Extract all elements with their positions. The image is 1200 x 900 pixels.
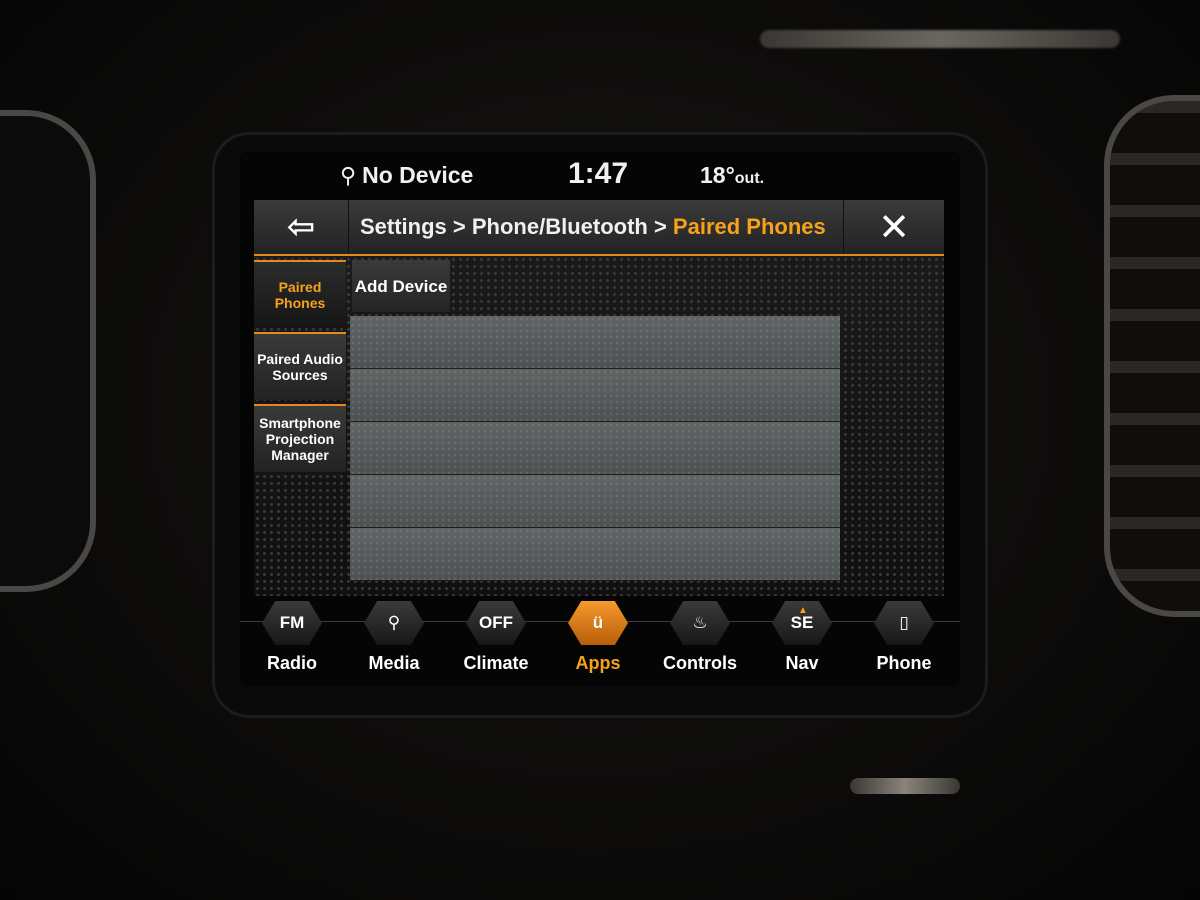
list-item[interactable] <box>350 475 840 528</box>
list-item[interactable] <box>350 422 840 475</box>
nav-media[interactable]: ⚲ Media <box>342 601 446 687</box>
bottom-nav-bar: FM Radio ⚲ Media OFF Climate ü Apps ♨ Co… <box>240 597 960 687</box>
infotainment-screen: ⚲ No Device 1:47 18°out. ⇦ Settings > Pho… <box>240 152 960 687</box>
status-bar: ⚲ No Device 1:47 18°out. <box>240 152 960 198</box>
phone-icon: ▯ <box>874 601 934 645</box>
seat-icon: ♨ <box>670 601 730 645</box>
nav-label: Apps <box>575 653 621 673</box>
sidebar-item-label: Paired Audio Sources <box>257 351 343 383</box>
sidebar-item-label: Smartphone Projection Manager <box>259 415 341 463</box>
breadcrumb-current: Paired Phones <box>672 214 826 239</box>
sidebar: Paired Phones Paired Audio Sources Smart… <box>254 260 346 476</box>
close-button[interactable]: ✕ <box>843 200 944 254</box>
nav-apps[interactable]: ü Apps <box>546 601 650 687</box>
nav-controls[interactable]: ♨ Controls <box>648 601 752 687</box>
dashboard-trim-bottom <box>850 778 960 794</box>
temperature-suffix: out. <box>734 170 765 187</box>
usb-icon: ⚲ <box>340 163 357 188</box>
sidebar-item-paired-audio-sources[interactable]: Paired Audio Sources <box>254 332 346 400</box>
list-item[interactable] <box>350 316 840 369</box>
nav-label: Controls <box>663 653 737 673</box>
nav-label: Radio <box>266 653 317 673</box>
compass-icon: ▲ SE <box>772 601 832 645</box>
paired-devices-list <box>350 316 840 582</box>
right-air-vent <box>1104 95 1200 617</box>
uconnect-icon: ü <box>568 601 628 645</box>
back-button[interactable]: ⇦ <box>254 200 349 254</box>
compass-arrow-icon: ▲ <box>798 605 808 616</box>
sidebar-item-smartphone-projection-manager[interactable]: Smartphone Projection Manager <box>254 404 346 472</box>
nav-label: Climate <box>463 653 529 673</box>
back-arrow-icon: ⇦ <box>286 208 316 246</box>
title-bar: ⇦ Settings > Phone/Bluetooth > Paired Ph… <box>254 200 944 256</box>
breadcrumb: Settings > Phone/Bluetooth > Paired Phon… <box>360 214 826 240</box>
nav-radio[interactable]: FM Radio <box>240 601 344 687</box>
nav-phone[interactable]: ▯ Phone <box>852 601 956 687</box>
climate-icon: OFF <box>466 601 526 645</box>
temperature-value: 18° <box>700 162 735 188</box>
close-icon: ✕ <box>878 206 910 249</box>
sidebar-item-label: Paired Phones <box>274 279 326 311</box>
left-air-vent <box>0 110 96 592</box>
compass-heading: SE <box>790 613 814 632</box>
nav-label: Media <box>368 653 420 673</box>
clock: 1:47 <box>568 157 629 190</box>
device-status-text: No Device <box>362 162 474 188</box>
nav-label: Phone <box>876 653 932 673</box>
breadcrumb-path: Settings > Phone/Bluetooth > <box>360 214 673 239</box>
add-device-button[interactable]: Add Device <box>352 260 450 312</box>
list-item[interactable] <box>350 528 840 581</box>
add-device-label: Add Device <box>354 276 448 296</box>
device-status[interactable]: ⚲ No Device <box>340 162 473 189</box>
nav-label: Nav <box>785 653 819 673</box>
nav-climate[interactable]: OFF Climate <box>444 601 548 687</box>
main-content: Paired Phones Paired Audio Sources Smart… <box>254 256 944 596</box>
outside-temperature: 18°out. <box>700 162 764 189</box>
nav-nav[interactable]: ▲ SE Nav <box>750 601 854 687</box>
fm-icon: FM <box>262 601 322 645</box>
list-item[interactable] <box>350 369 840 422</box>
usb-icon: ⚲ <box>364 601 424 645</box>
dashboard-trim-top <box>760 30 1120 48</box>
sidebar-item-paired-phones[interactable]: Paired Phones <box>254 260 346 328</box>
